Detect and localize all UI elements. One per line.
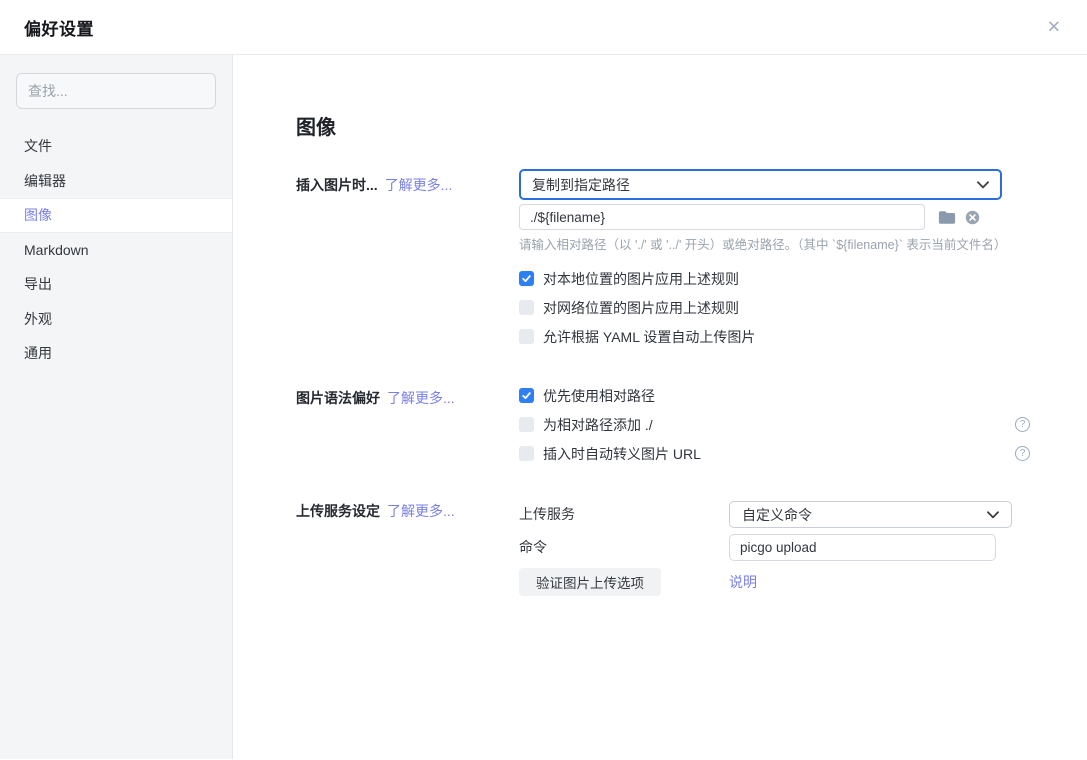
clear-path-icon[interactable]	[965, 210, 980, 225]
checkbox-row-local-images[interactable]: 对本地位置的图片应用上述规则	[519, 271, 1030, 286]
section-insert-image: 插入图片时... 了解更多... 复制到指定路径	[296, 169, 1030, 344]
checkbox-row-escape-url[interactable]: 插入时自动转义图片 URL ?	[519, 446, 1030, 461]
checkbox-checked-icon[interactable]	[519, 271, 534, 286]
copy-path-input[interactable]	[519, 204, 925, 230]
sidebar-item-general[interactable]: 通用	[0, 336, 232, 371]
sidebar: 文件 编辑器 图像 Markdown 导出 外观 通用	[0, 55, 233, 759]
insert-action-select[interactable]: 复制到指定路径	[519, 169, 1002, 200]
checkbox-unchecked-icon[interactable]	[519, 329, 534, 344]
folder-icon[interactable]	[938, 210, 956, 225]
checkbox-unchecked-icon[interactable]	[519, 446, 534, 461]
sidebar-item-export[interactable]: 导出	[0, 267, 232, 302]
section-upload-service: 上传服务设定了解更多... 上传服务 自定义命令 命令	[296, 501, 1030, 596]
sidebar-item-appearance[interactable]: 外观	[0, 302, 232, 337]
insert-image-learn-more-link[interactable]: 了解更多...	[385, 177, 453, 193]
path-hint-text: 请输入相对路径（以 './' 或 '../' 开头）或绝对路径。（其中 `${f…	[519, 237, 1030, 253]
insert-action-select-value: 复制到指定路径	[532, 175, 630, 195]
checkbox-label: 为相对路径添加 ./	[543, 415, 653, 435]
checkbox-row-network-images[interactable]: 对网络位置的图片应用上述规则	[519, 300, 1030, 315]
checkbox-label: 对本地位置的图片应用上述规则	[543, 269, 739, 289]
uploader-select-value: 自定义命令	[742, 505, 812, 525]
uploader-field-label: 上传服务	[519, 501, 729, 528]
sidebar-nav: 文件 编辑器 图像 Markdown 导出 外观 通用	[0, 129, 232, 371]
checkbox-label: 允许根据 YAML 设置自动上传图片	[543, 327, 755, 347]
checkbox-label: 优先使用相对路径	[543, 386, 655, 406]
page-title: 图像	[296, 114, 1030, 142]
titlebar: 偏好设置 ✕	[0, 0, 1087, 55]
checkbox-unchecked-icon[interactable]	[519, 417, 534, 432]
window-title: 偏好设置	[24, 15, 94, 40]
chevron-down-icon	[977, 181, 989, 189]
help-icon[interactable]: ?	[1015, 446, 1030, 461]
section-image-syntax: 图片语法偏好了解更多... 优先使用相对路径 为相对路径添加 ./	[296, 388, 1030, 461]
sidebar-item-file[interactable]: 文件	[0, 129, 232, 164]
checkbox-label: 对网络位置的图片应用上述规则	[543, 298, 739, 318]
checkbox-checked-icon[interactable]	[519, 388, 534, 403]
checkbox-row-yaml-upload[interactable]: 允许根据 YAML 设置自动上传图片	[519, 329, 1030, 344]
checkbox-unchecked-icon[interactable]	[519, 300, 534, 315]
close-icon[interactable]: ✕	[1047, 19, 1061, 36]
uploader-select[interactable]: 自定义命令	[729, 501, 1012, 528]
sidebar-item-markdown[interactable]: Markdown	[0, 233, 232, 268]
checkbox-label: 插入时自动转义图片 URL	[543, 444, 701, 464]
command-field-label: 命令	[519, 534, 729, 561]
command-input[interactable]	[729, 534, 996, 561]
sidebar-item-image[interactable]: 图像	[0, 198, 232, 233]
validate-upload-button[interactable]: 验证图片上传选项	[519, 568, 661, 596]
checkbox-row-prefer-relative-path[interactable]: 优先使用相对路径	[519, 388, 1030, 403]
upload-service-learn-more-link[interactable]: 了解更多...	[387, 503, 455, 519]
image-settings-panel: 图像 插入图片时... 了解更多... 复制到指定路径	[233, 55, 1087, 759]
chevron-down-icon	[987, 511, 999, 519]
upload-service-label: 上传服务设定	[296, 503, 380, 519]
image-syntax-learn-more-link[interactable]: 了解更多...	[387, 390, 455, 406]
preferences-window: 偏好设置 ✕ 文件 编辑器 图像 Markdown 导出 外观 通用 图像	[0, 0, 1087, 760]
insert-image-label: 插入图片时...	[296, 177, 378, 193]
image-syntax-label: 图片语法偏好	[296, 390, 380, 406]
sidebar-item-editor[interactable]: 编辑器	[0, 164, 232, 199]
checkbox-row-add-dot-slash[interactable]: 为相对路径添加 ./ ?	[519, 417, 1030, 432]
help-icon[interactable]: ?	[1015, 417, 1030, 432]
docs-link[interactable]: 说明	[729, 572, 757, 592]
search-input[interactable]	[16, 73, 216, 109]
